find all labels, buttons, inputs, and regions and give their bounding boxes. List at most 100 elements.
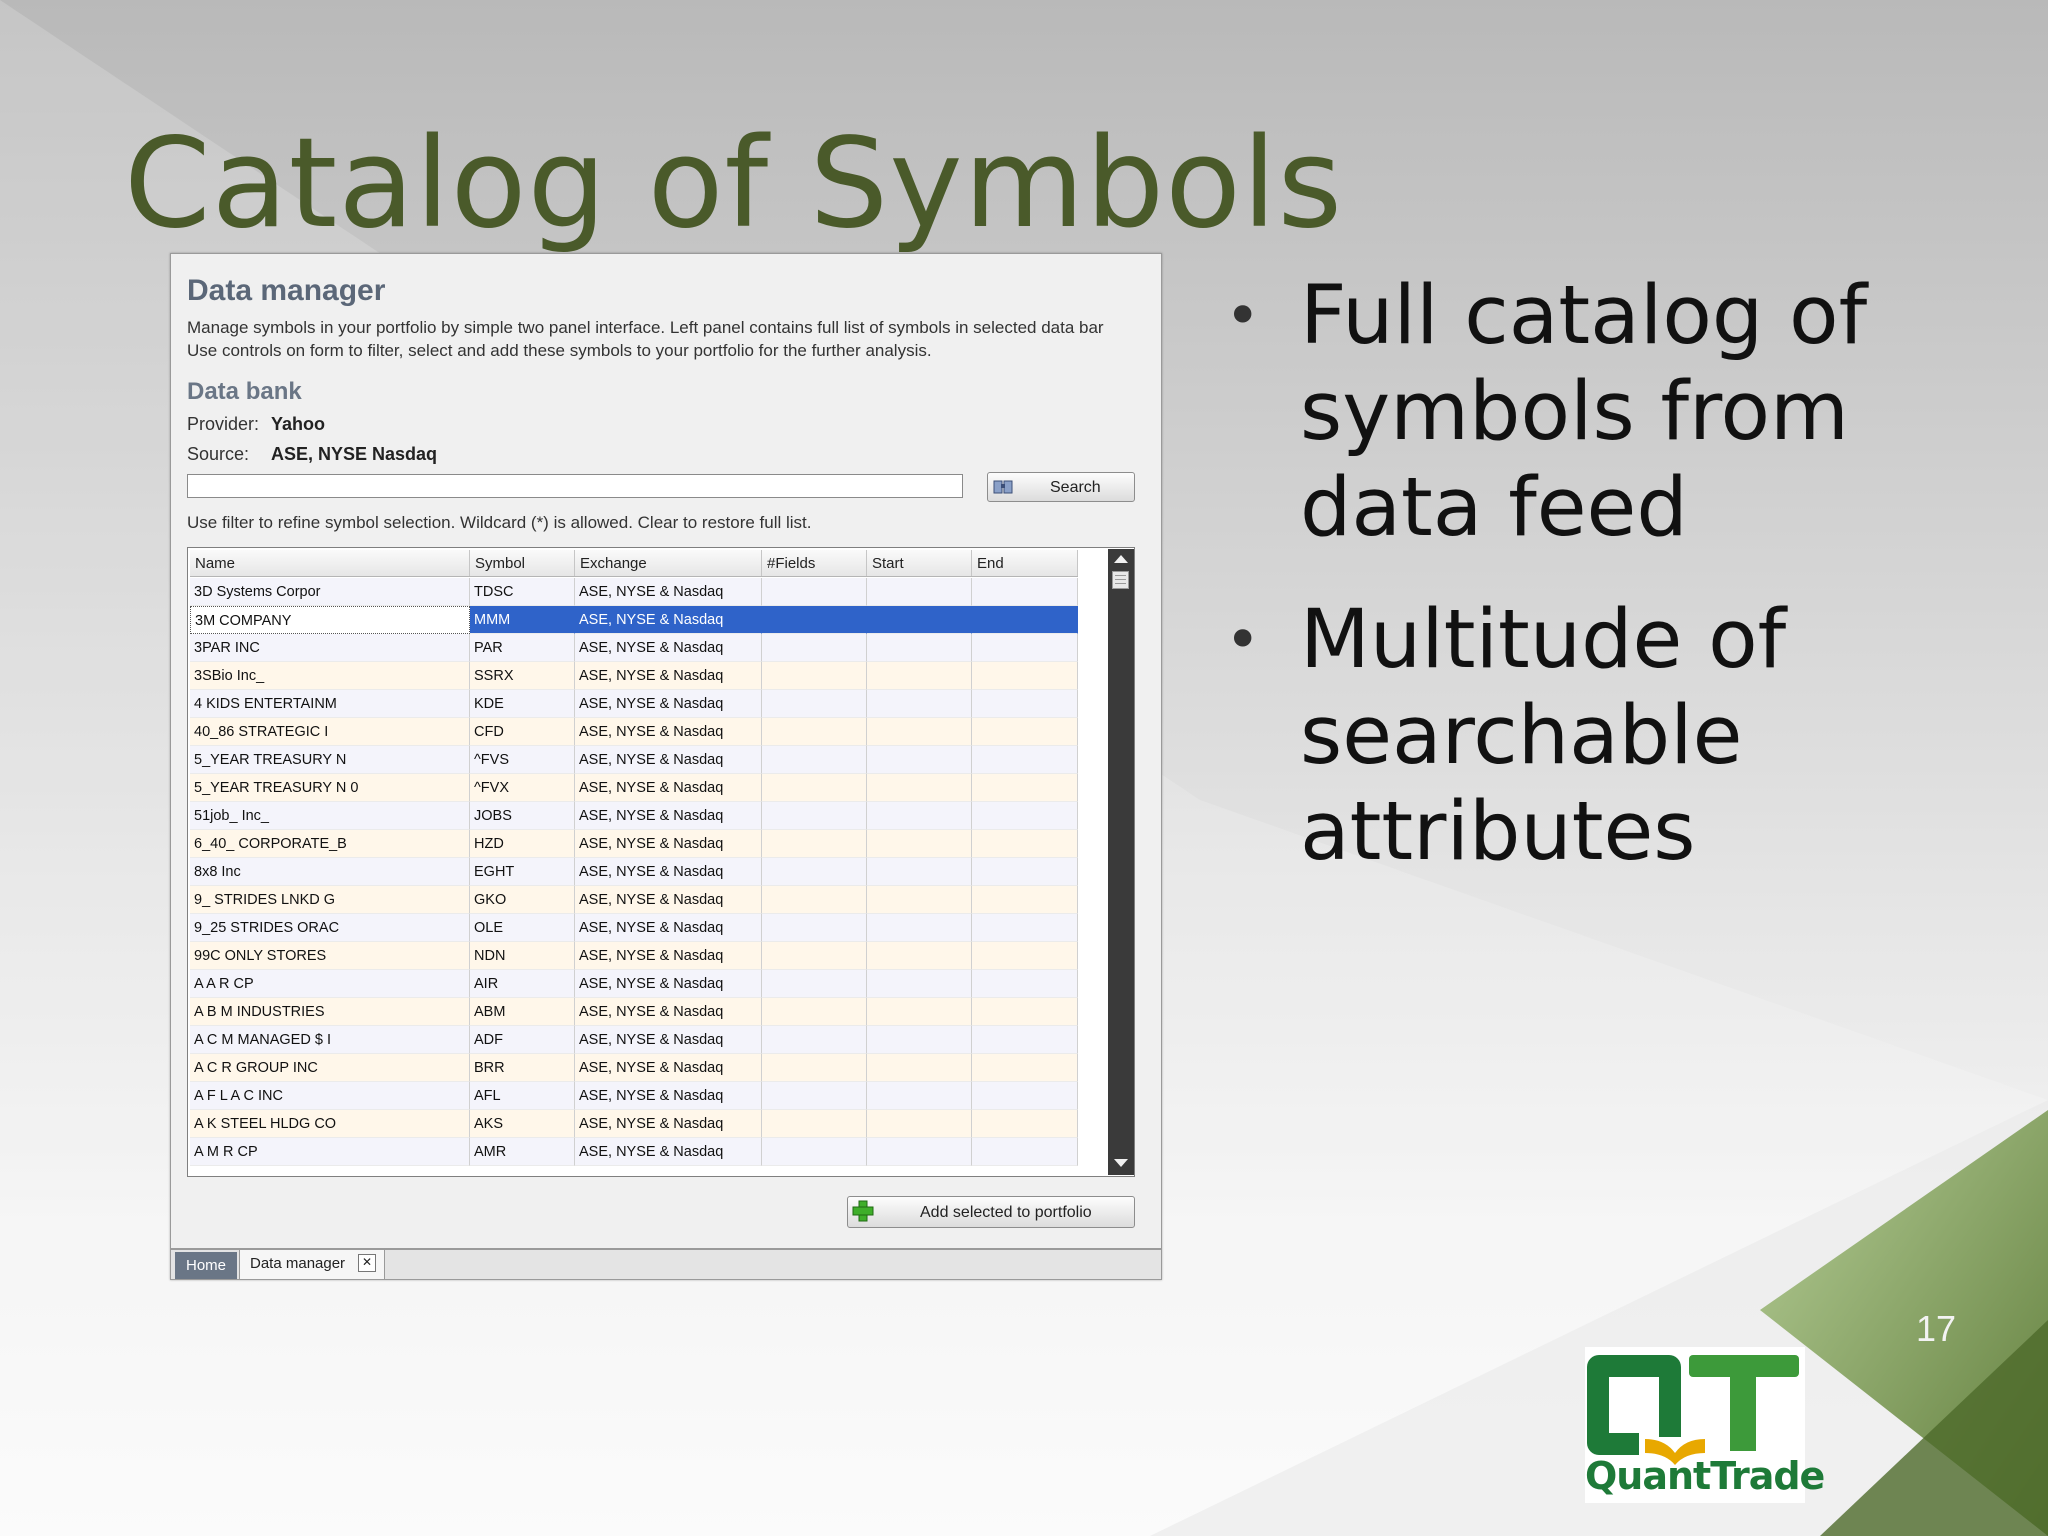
- cell-fields: [762, 1026, 867, 1054]
- bullet-text: Multitude of searchable attributes: [1300, 593, 1787, 879]
- cell-name: A M R CP: [190, 1138, 470, 1166]
- cell-start: [867, 1026, 972, 1054]
- logo-text: QuantTrade: [1585, 1454, 1825, 1498]
- cell-symbol: EGHT: [470, 858, 575, 886]
- cell-end: [972, 1054, 1078, 1082]
- cell-start: [867, 746, 972, 774]
- table-row[interactable]: 99C ONLY STORES NDN ASE, NYSE & Nasdaq: [190, 942, 1078, 970]
- scroll-down-icon[interactable]: [1114, 1159, 1128, 1167]
- source-row: Source: ASE, NYSE Nasdaq: [187, 444, 437, 465]
- table-row[interactable]: A C M MANAGED $ I ADF ASE, NYSE & Nasdaq: [190, 1026, 1078, 1054]
- table-row[interactable]: A A R CP AIR ASE, NYSE & Nasdaq: [190, 970, 1078, 998]
- table-row[interactable]: 5_YEAR TREASURY N ^FVS ASE, NYSE & Nasdaq: [190, 746, 1078, 774]
- table-row[interactable]: 51job_ Inc_ JOBS ASE, NYSE & Nasdaq: [190, 802, 1078, 830]
- cell-name: 3PAR INC: [190, 634, 470, 662]
- cell-start: [867, 886, 972, 914]
- column-header-exchange[interactable]: Exchange: [575, 550, 762, 576]
- cell-end: [972, 718, 1078, 746]
- table-row[interactable]: 6_40_ CORPORATE_B HZD ASE, NYSE & Nasdaq: [190, 830, 1078, 858]
- bullet-dot-icon: •: [1225, 605, 1261, 675]
- data-manager-window: Data manager Manage symbols in your port…: [170, 253, 1162, 1280]
- cell-fields: [762, 578, 867, 606]
- cell-name: 5_YEAR TREASURY N: [190, 746, 470, 774]
- cell-exchange: ASE, NYSE & Nasdaq: [575, 802, 762, 830]
- table-row[interactable]: 3SBio Inc_ SSRX ASE, NYSE & Nasdaq: [190, 662, 1078, 690]
- table-row[interactable]: 4 KIDS ENTERTAINM KDE ASE, NYSE & Nasdaq: [190, 690, 1078, 718]
- add-button-label: Add selected to portfolio: [920, 1204, 1092, 1221]
- provider-row: Provider: Yahoo: [187, 414, 325, 435]
- add-to-portfolio-button[interactable]: Add selected to portfolio: [847, 1196, 1135, 1228]
- tab-home[interactable]: Home: [175, 1252, 237, 1279]
- bullet-text: Full catalog of symbols from data feed: [1300, 269, 1868, 555]
- cell-symbol: OLE: [470, 914, 575, 942]
- table-row[interactable]: A K STEEL HLDG CO AKS ASE, NYSE & Nasdaq: [190, 1110, 1078, 1138]
- cell-exchange: ASE, NYSE & Nasdaq: [575, 998, 762, 1026]
- cell-end: [972, 1082, 1078, 1110]
- cell-start: [867, 774, 972, 802]
- symbol-filter-input[interactable]: [187, 474, 963, 498]
- cell-exchange: ASE, NYSE & Nasdaq: [575, 942, 762, 970]
- search-icon: [993, 480, 1013, 494]
- column-header-fields[interactable]: #Fields: [762, 550, 867, 576]
- cell-name: 3D Systems Corpor: [190, 578, 470, 606]
- search-button[interactable]: Search: [987, 472, 1135, 502]
- cell-fields: [762, 914, 867, 942]
- cell-name: A K STEEL HLDG CO: [190, 1110, 470, 1138]
- table-row[interactable]: 8x8 Inc EGHT ASE, NYSE & Nasdaq: [190, 858, 1078, 886]
- cell-start: [867, 802, 972, 830]
- cell-name: 8x8 Inc: [190, 858, 470, 886]
- grid-scrollbar[interactable]: [1108, 549, 1134, 1175]
- window-tab-bar: Home Data manager ✕: [171, 1248, 1161, 1279]
- cell-fields: [762, 970, 867, 998]
- table-row[interactable]: A F L A C INC AFL ASE, NYSE & Nasdaq: [190, 1082, 1078, 1110]
- cell-end: [972, 662, 1078, 690]
- tab-data-manager-label: Data manager: [250, 1255, 346, 1272]
- cell-fields: [762, 746, 867, 774]
- table-row[interactable]: 40_86 STRATEGIC I CFD ASE, NYSE & Nasdaq: [190, 718, 1078, 746]
- data-manager-heading: Data manager: [187, 274, 386, 307]
- cell-exchange: ASE, NYSE & Nasdaq: [575, 578, 762, 606]
- column-header-end[interactable]: End: [972, 550, 1078, 576]
- column-header-start[interactable]: Start: [867, 550, 972, 576]
- column-header-name[interactable]: Name: [190, 550, 470, 576]
- table-row[interactable]: 3M COMPANY MMM ASE, NYSE & Nasdaq: [190, 606, 1078, 634]
- cell-exchange: ASE, NYSE & Nasdaq: [575, 970, 762, 998]
- search-button-label: Search: [1050, 479, 1101, 496]
- cell-start: [867, 1054, 972, 1082]
- cell-fields: [762, 858, 867, 886]
- cell-start: [867, 662, 972, 690]
- cell-symbol: MMM: [470, 606, 575, 634]
- cell-start: [867, 606, 972, 634]
- cell-end: [972, 606, 1078, 634]
- cell-exchange: ASE, NYSE & Nasdaq: [575, 662, 762, 690]
- cell-fields: [762, 1054, 867, 1082]
- cell-fields: [762, 998, 867, 1026]
- table-row[interactable]: A B M INDUSTRIES ABM ASE, NYSE & Nasdaq: [190, 998, 1078, 1026]
- table-row[interactable]: 9_ STRIDES LNKD G GKO ASE, NYSE & Nasdaq: [190, 886, 1078, 914]
- cell-exchange: ASE, NYSE & Nasdaq: [575, 634, 762, 662]
- table-row[interactable]: A M R CP AMR ASE, NYSE & Nasdaq: [190, 1138, 1078, 1166]
- scroll-up-icon[interactable]: [1114, 555, 1128, 563]
- cell-name: 6_40_ CORPORATE_B: [190, 830, 470, 858]
- table-row[interactable]: A C R GROUP INC BRR ASE, NYSE & Nasdaq: [190, 1054, 1078, 1082]
- cell-exchange: ASE, NYSE & Nasdaq: [575, 774, 762, 802]
- close-icon[interactable]: ✕: [358, 1254, 376, 1272]
- slide-title: Catalog of Symbols: [124, 112, 1344, 256]
- cell-name: 9_ STRIDES LNKD G: [190, 886, 470, 914]
- grid-header: Name Symbol Exchange #Fields Start End: [190, 550, 1078, 577]
- cell-symbol: ADF: [470, 1026, 575, 1054]
- cell-end: [972, 774, 1078, 802]
- source-value: ASE, NYSE Nasdaq: [271, 444, 438, 464]
- column-header-symbol[interactable]: Symbol: [470, 550, 575, 576]
- table-row[interactable]: 3PAR INC PAR ASE, NYSE & Nasdaq: [190, 634, 1078, 662]
- data-manager-description: Manage symbols in your portfolio by simp…: [187, 316, 1161, 362]
- cell-fields: [762, 1082, 867, 1110]
- table-row[interactable]: 3D Systems Corpor TDSC ASE, NYSE & Nasdaq: [190, 578, 1078, 606]
- cell-exchange: ASE, NYSE & Nasdaq: [575, 1138, 762, 1166]
- filter-hint: Use filter to refine symbol selection. W…: [187, 513, 812, 532]
- scroll-thumb[interactable]: [1112, 571, 1129, 589]
- table-row[interactable]: 9_25 STRIDES ORAC OLE ASE, NYSE & Nasdaq: [190, 914, 1078, 942]
- cell-start: [867, 1138, 972, 1166]
- table-row[interactable]: 5_YEAR TREASURY N 0 ^FVX ASE, NYSE & Nasda…: [190, 774, 1078, 802]
- tab-data-manager[interactable]: Data manager ✕: [239, 1250, 385, 1279]
